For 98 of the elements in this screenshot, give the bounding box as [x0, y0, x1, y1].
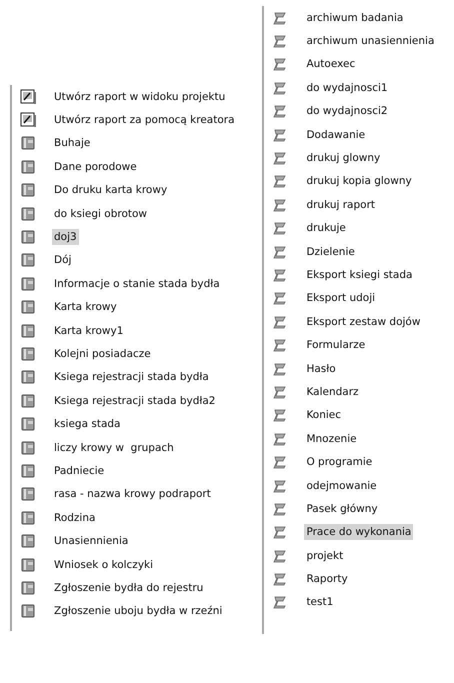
report-icon [20, 322, 36, 339]
list-item[interactable]: rasa - nazwa krowy podraport [52, 486, 213, 502]
list-item[interactable]: drukuje [304, 220, 348, 236]
list-item[interactable]: Dój [52, 252, 74, 268]
macro-icon [272, 56, 288, 72]
list-item[interactable]: Dodawanie [304, 126, 368, 143]
list-item[interactable]: Karta krowy [52, 299, 119, 316]
list-item[interactable]: Pasek główny [304, 500, 380, 517]
list-item[interactable]: Karta krowy1 [52, 322, 126, 339]
report-wizard-icon [20, 88, 36, 105]
report-icon [20, 299, 36, 316]
list-item[interactable]: Autoexec [304, 56, 358, 72]
macro-icon [272, 220, 288, 236]
report-icon [20, 510, 36, 526]
macro-icon [272, 478, 288, 494]
list-item[interactable]: Eksport ksiegi stada [304, 266, 414, 283]
list-item[interactable]: Prace do wykonania [304, 524, 414, 540]
list-item[interactable]: Dane porodowe [52, 158, 139, 175]
list-item[interactable]: odejmowanie [304, 478, 379, 494]
macro-icon [272, 103, 288, 120]
macro-icon [272, 571, 288, 588]
report-icon [20, 580, 36, 596]
list-item[interactable]: Zgłoszenie uboju bydła w rzeźni [52, 603, 224, 620]
list-item[interactable]: Wniosek o kolczyki [52, 556, 156, 572]
list-item[interactable]: Rodzina [52, 510, 98, 526]
list-item[interactable]: doj3 [52, 229, 79, 246]
list-item[interactable]: Eksport udoji [304, 290, 378, 306]
report-icon [20, 486, 36, 502]
report-icon [20, 229, 36, 246]
list-item[interactable]: Buhaje [52, 135, 92, 152]
list-item[interactable]: Padniecie [52, 462, 106, 479]
list-item[interactable]: Informacje o stanie stada bydła [52, 276, 222, 292]
macro-icon [272, 266, 288, 283]
macro-icon [272, 407, 288, 424]
list-item[interactable]: Dzielenie [304, 244, 357, 260]
report-icon [20, 462, 36, 479]
report-icon [20, 346, 36, 362]
report-icon [20, 416, 36, 432]
list-item[interactable]: projekt [304, 548, 346, 564]
list-item[interactable]: Zgłoszenie bydła do rejestru [52, 580, 206, 596]
macro-icon [272, 384, 288, 400]
macro-icon [272, 80, 288, 96]
list-item[interactable]: test1 [304, 594, 336, 610]
list-item[interactable]: Kolejni posiadacze [52, 346, 153, 362]
list-item[interactable]: Utwórz raport za pomocą kreatora [52, 112, 237, 128]
report-icon [20, 182, 36, 198]
report-icon [20, 276, 36, 292]
macro-icon [272, 173, 288, 190]
report-icon [20, 158, 36, 175]
report-icon [20, 533, 36, 550]
report-icon [20, 392, 36, 409]
macro-icon [272, 196, 288, 213]
list-item[interactable]: Hasło [304, 360, 338, 377]
list-item[interactable]: Utwórz raport w widoku projektu [52, 88, 228, 105]
list-item[interactable]: Ksiega rejestracji stada bydła [52, 369, 211, 386]
list-item[interactable]: Koniec [304, 407, 344, 424]
macro-icon [272, 337, 288, 354]
report-icon [20, 603, 36, 620]
report-icon [20, 252, 36, 268]
macro-icon [272, 290, 288, 306]
macro-icon [272, 454, 288, 470]
report-icon [20, 440, 36, 456]
list-item[interactable]: do wydajnosci1 [304, 80, 390, 96]
list-item[interactable]: do ksiegi obrotow [52, 206, 150, 222]
list-item[interactable]: Kalendarz [304, 384, 361, 400]
macro-icon [272, 33, 288, 50]
list-item[interactable]: Ksiega rejestracji stada bydła2 [52, 392, 218, 409]
macro-icon [272, 244, 288, 260]
macro-icon [272, 430, 288, 447]
list-item[interactable]: liczy krowy w grupach [52, 440, 176, 456]
macro-icon [272, 126, 288, 143]
list-item[interactable]: Do druku karta krowy [52, 182, 170, 198]
report-icon [20, 369, 36, 386]
macro-icon [272, 500, 288, 517]
report-icon [20, 556, 36, 572]
list-item[interactable]: drukuj kopia glowny [304, 173, 414, 190]
report-icon [20, 206, 36, 222]
list-item[interactable]: Unasiennienia [52, 533, 130, 550]
list-item[interactable]: ksiega stada [52, 416, 122, 432]
macro-icon [272, 594, 288, 610]
list-item[interactable]: Formularze [304, 337, 368, 354]
report-icon [20, 135, 36, 152]
list-item[interactable]: Mnozenie [304, 430, 359, 447]
list-item[interactable]: Eksport zestaw dojów [304, 314, 422, 330]
macro-icon [272, 10, 288, 26]
macro-icon [272, 548, 288, 564]
macro-icon [272, 150, 288, 166]
list-item[interactable]: drukuj raport [304, 196, 378, 213]
macro-icon [272, 360, 288, 377]
list-item[interactable]: archiwum unasiennienia [304, 33, 436, 50]
report-wizard-icon [20, 112, 36, 128]
macro-icon [272, 524, 288, 540]
list-item[interactable]: Raporty [304, 571, 350, 588]
list-item[interactable]: O programie [304, 454, 374, 470]
list-item[interactable]: do wydajnosci2 [304, 103, 390, 120]
macro-icon [272, 314, 288, 330]
list-item[interactable]: drukuj glowny [304, 150, 382, 166]
list-item[interactable]: archiwum badania [304, 10, 406, 26]
